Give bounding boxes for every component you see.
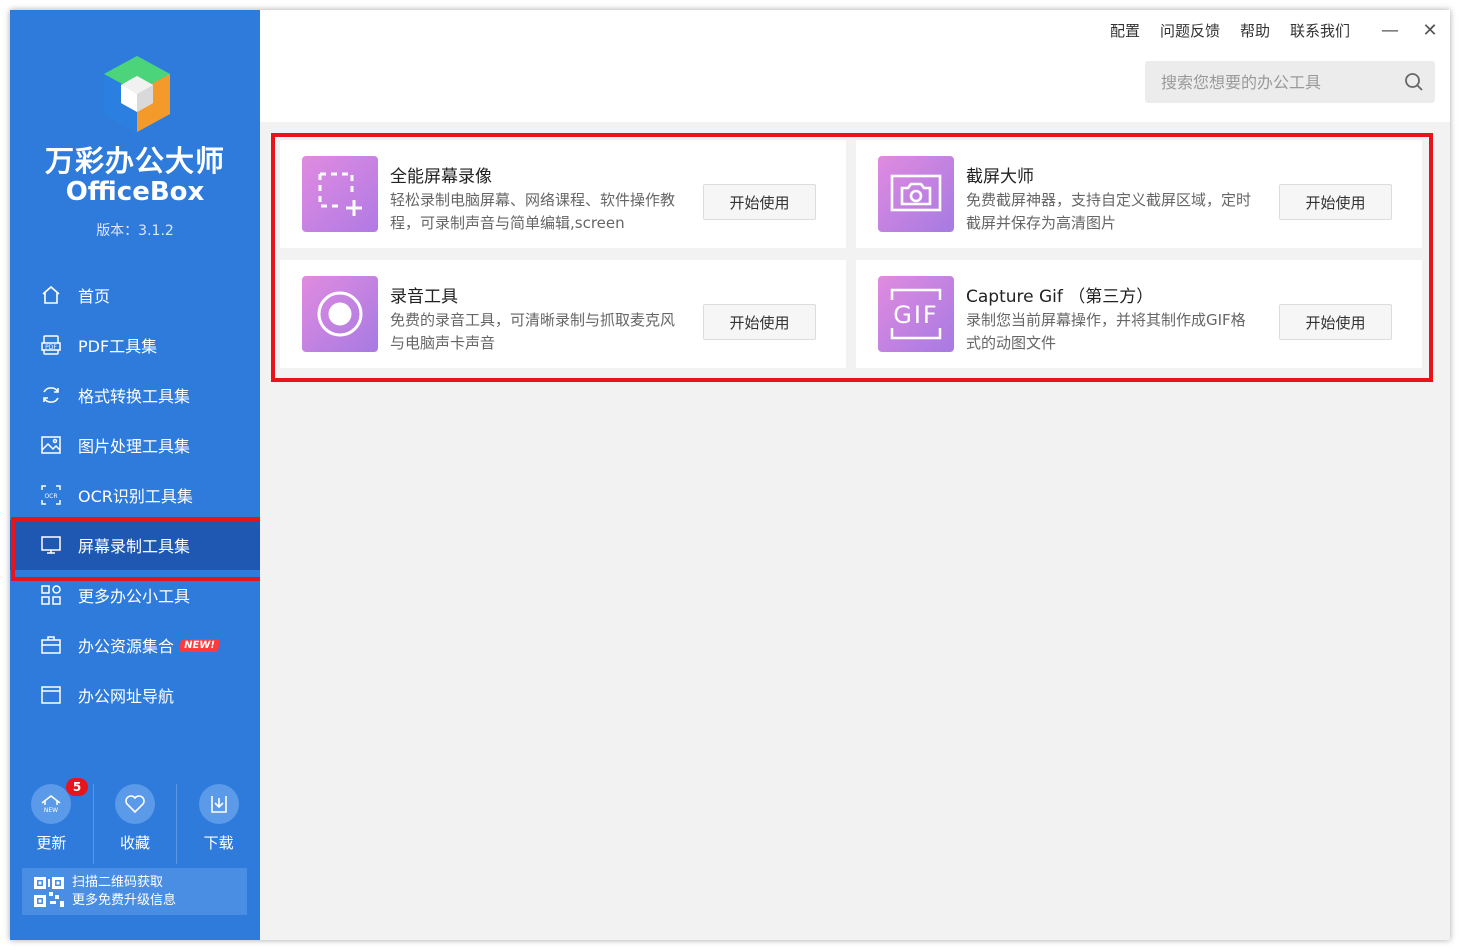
sidebar-item-label: 办公资源集合: [78, 637, 175, 656]
qr-line-1: 扫描二维码获取: [72, 874, 164, 890]
sidebar-item-pdf[interactable]: PDF PDF工具集: [10, 320, 260, 370]
svg-text:PDF: PDF: [45, 344, 57, 351]
sidebar-item-screen-record[interactable]: 屏幕录制工具集: [10, 517, 265, 581]
heart-icon: [115, 784, 155, 824]
pdf-icon: PDF: [40, 334, 62, 356]
sidebar-item-label: 办公网址导航: [78, 687, 175, 706]
sidebar-item-ocr[interactable]: OCR OCR识别工具集: [10, 470, 260, 520]
tool-description: 轻松录制电脑屏幕、网络课程、软件操作教程，可录制声音与简单编辑,screen: [390, 191, 676, 232]
gif-icon-text: GIF: [893, 301, 938, 329]
top-links: 配置 问题反馈 帮助 联系我们 — ✕: [1110, 20, 1450, 41]
sidebar-item-more-tools[interactable]: 更多办公小工具: [10, 570, 260, 620]
qr-promo-text: 扫描二维码获取 更多免费升级信息: [72, 874, 176, 910]
update-count-badge: 5: [66, 778, 88, 796]
download-label: 下载: [203, 834, 234, 852]
sidebar-item-image[interactable]: 图片处理工具集: [10, 420, 260, 470]
svg-text:NEW: NEW: [44, 807, 58, 814]
tool-card-screen-record: 全能屏幕录像 轻松录制电脑屏幕、网络课程、软件操作教程，可录制声音与简单编辑,s…: [280, 140, 846, 248]
settings-link[interactable]: 配置: [1110, 20, 1140, 41]
sidebar: 万彩办公大师 OfficeBox 版本：3.1.2 首页 PDF PDF工具集 …: [10, 10, 265, 940]
sidebar-item-convert[interactable]: 格式转换工具集: [10, 370, 260, 420]
sidebar-item-label: 首页: [78, 287, 111, 306]
tool-description: 免费的录音工具，可清晰录制与抓取麦克风与电脑声卡声音: [390, 311, 676, 352]
sidebar-nav: 首页 PDF PDF工具集 格式转换工具集 图片处理工具集 OCR OCR识别工…: [10, 270, 265, 720]
qr-promo[interactable]: 扫描二维码获取 更多免费升级信息: [22, 868, 247, 915]
update-label: 更新: [36, 834, 67, 852]
sidebar-item-label: PDF工具集: [78, 337, 158, 356]
bottom-tools: NEW 5 更新 收藏 下载: [10, 778, 260, 864]
start-button[interactable]: 开始使用: [1279, 304, 1392, 340]
tool-title: 截屏大师: [966, 167, 1034, 187]
sidebar-item-label: 图片处理工具集: [78, 437, 191, 456]
briefcase-icon: [40, 634, 62, 656]
sidebar-item-label: 格式转换工具集: [78, 387, 191, 406]
sidebar-item-home[interactable]: 首页: [10, 270, 260, 320]
tool-card-screenshot: 截屏大师 免费截屏神器，支持自定义截屏区域，定时截屏并保存为高清图片 开始使用: [856, 140, 1422, 248]
start-button[interactable]: 开始使用: [703, 184, 816, 220]
sidebar-item-resources[interactable]: 办公资源集合 NEW!: [10, 620, 260, 670]
sidebar-item-label: 更多办公小工具: [78, 587, 191, 606]
update-icon: NEW: [31, 784, 72, 824]
home-icon: [40, 284, 62, 306]
app-version: 版本：3.1.2: [96, 223, 174, 239]
screen-record-icon: [302, 156, 378, 232]
top-bar: 配置 问题反馈 帮助 联系我们 — ✕: [260, 10, 1450, 122]
app-logo-icon: [104, 56, 170, 132]
download-icon: [198, 784, 239, 824]
tool-card-audio-record: 录音工具 免费的录音工具，可清晰录制与抓取麦克风与电脑声卡声音 开始使用: [280, 260, 846, 368]
sidebar-item-label: 屏幕录制工具集: [78, 537, 191, 556]
qr-line-2: 更多免费升级信息: [72, 892, 177, 908]
contact-link[interactable]: 联系我们: [1290, 20, 1350, 41]
image-icon: [40, 434, 62, 456]
new-badge: NEW!: [178, 638, 220, 652]
download-button[interactable]: 下载: [176, 784, 260, 864]
tool-title: Capture Gif （第三方）: [966, 287, 1154, 307]
tool-description: 免费截屏神器，支持自定义截屏区域，定时截屏并保存为高清图片: [966, 191, 1252, 232]
search-input[interactable]: [1161, 72, 1401, 92]
monitor-icon: [40, 534, 62, 556]
qr-code-icon: [34, 876, 64, 907]
tool-description: 录制您当前屏幕操作，并将其制作成GIF格式的动图文件: [966, 311, 1246, 352]
app-name: 万彩办公大师: [44, 144, 225, 178]
sidebar-item-web-nav[interactable]: 办公网址导航: [10, 670, 260, 720]
svg-text:OCR: OCR: [44, 493, 57, 500]
start-button[interactable]: 开始使用: [1279, 184, 1392, 220]
app-name-english: OfficeBox: [65, 177, 205, 207]
favorites-label: 收藏: [120, 834, 151, 852]
tool-title: 录音工具: [390, 287, 458, 307]
start-button[interactable]: 开始使用: [703, 304, 816, 340]
sidebar-item-label: OCR识别工具集: [78, 487, 193, 506]
search-icon[interactable]: [1403, 71, 1425, 93]
main-content: 全能屏幕录像 轻松录制电脑屏幕、网络课程、软件操作教程，可录制声音与简单编辑,s…: [260, 122, 1450, 940]
tool-title: 全能屏幕录像: [390, 167, 492, 187]
minimize-button[interactable]: —: [1370, 20, 1410, 41]
grid-icon: [40, 584, 62, 606]
favorites-button[interactable]: 收藏: [92, 784, 177, 864]
close-button[interactable]: ✕: [1410, 20, 1450, 41]
app-window: 万彩办公大师 OfficeBox 版本：3.1.2 首页 PDF PDF工具集 …: [10, 10, 1450, 940]
update-button[interactable]: NEW 5 更新: [10, 778, 93, 864]
help-link[interactable]: 帮助: [1240, 20, 1270, 41]
search-box: [1145, 61, 1435, 103]
ocr-icon: OCR: [40, 484, 62, 506]
camera-icon: [878, 156, 954, 232]
convert-icon: [40, 384, 62, 406]
record-icon: [302, 276, 378, 352]
feedback-link[interactable]: 问题反馈: [1160, 20, 1220, 41]
gif-icon: GIF: [878, 276, 954, 352]
tool-card-capture-gif: GIF Capture Gif （第三方） 录制您当前屏幕操作，并将其制作成GI…: [856, 260, 1422, 368]
browser-icon: [40, 684, 62, 706]
